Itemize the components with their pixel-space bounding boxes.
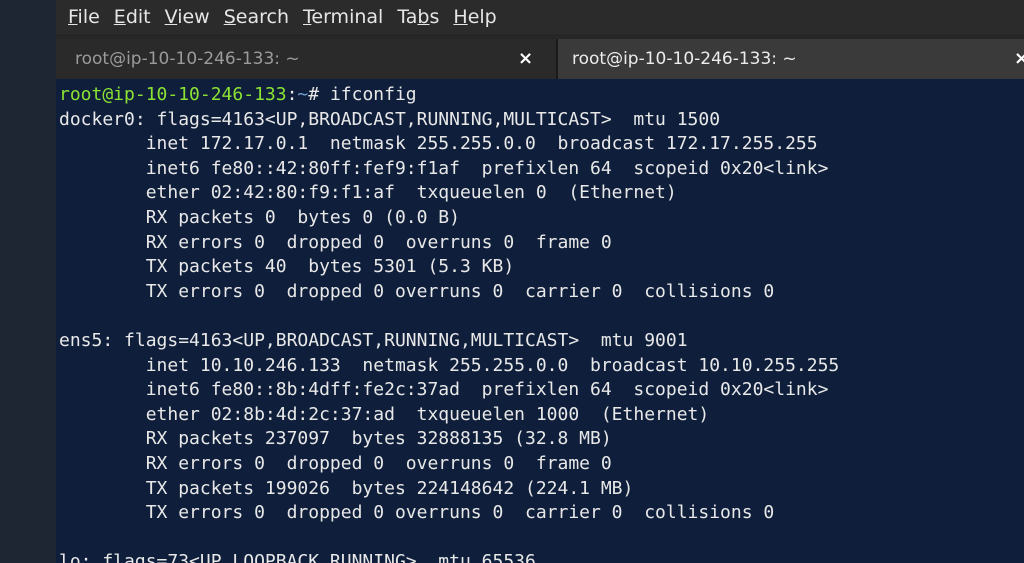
desktop-background-strip <box>0 0 56 563</box>
terminal-line: TX packets 40 bytes 5301 (5.3 KB) <box>59 256 515 278</box>
menu-help-label: elp <box>467 6 497 28</box>
terminal-line: TX errors 0 dropped 0 overruns 0 carrier… <box>59 280 775 302</box>
menu-help-mnemonic: H <box>453 6 468 28</box>
menu-search-mnemonic: S <box>223 6 236 28</box>
menu-search[interactable]: Search <box>224 0 289 34</box>
tab-title: root@ip-10-10-246-133: ~ <box>572 49 797 69</box>
prompt-command: ifconfig <box>329 84 417 105</box>
terminal-line: TX packets 199026 bytes 224148642 (224.1… <box>59 477 634 499</box>
prompt-separator: : <box>286 84 298 105</box>
terminal-line: inet 10.10.246.133 netmask 255.255.0.0 b… <box>59 354 840 376</box>
menu-tabs-prefix: Ta <box>397 6 418 28</box>
terminal-line: RX packets 237097 bytes 32888135 (32.8 M… <box>59 428 612 450</box>
menu-terminal[interactable]: Terminal <box>303 0 383 34</box>
terminal-line: ether 02:42:80:f9:f1:af txqueuelen 0 (Et… <box>59 182 677 204</box>
menu-view-mnemonic: V <box>164 6 178 28</box>
tab-bar: root@ip-10-10-246-133: ~ × root@ip-10-10… <box>56 34 1024 79</box>
menu-file-label: ile <box>77 6 100 28</box>
tab-terminal-1[interactable]: root@ip-10-10-246-133: ~ × <box>56 39 556 79</box>
terminal-line: RX errors 0 dropped 0 overruns 0 frame 0 <box>59 231 612 253</box>
terminal-line: inet6 fe80::8b:4dff:fe2c:37ad prefixlen … <box>59 379 829 401</box>
tab-terminal-2[interactable]: root@ip-10-10-246-133: ~ × <box>558 39 1024 79</box>
menu-view-label: iew <box>177 6 210 28</box>
terminal-line: lo: flags=73<UP,LOOPBACK,RUNNING> mtu 65… <box>59 551 536 563</box>
terminal-line: ether 02:8b:4d:2c:37:ad txqueuelen 1000 … <box>59 403 710 425</box>
terminal-line: RX packets 0 bytes 0 (0.0 B) <box>59 206 460 228</box>
terminal-window: File Edit View Search Terminal Tabs Help… <box>56 0 1024 563</box>
prompt-user-host: root@ip-10-10-246-133 <box>59 84 287 105</box>
desktop: File Edit View Search Terminal Tabs Help… <box>0 0 1024 563</box>
terminal-line: RX errors 0 dropped 0 overruns 0 frame 0 <box>59 452 612 474</box>
menu-edit[interactable]: Edit <box>114 0 151 34</box>
terminal-line: TX errors 0 dropped 0 overruns 0 carrier… <box>59 502 775 524</box>
menu-view[interactable]: View <box>165 0 210 34</box>
terminal-output[interactable]: root@ip-10-10-246-133:~# ifconfig docker… <box>56 79 1024 563</box>
prompt-line: root@ip-10-10-246-133:~# ifconfig <box>59 83 1024 108</box>
menu-tabs[interactable]: Tabs <box>397 0 439 34</box>
tab-close-icon[interactable]: × <box>518 39 533 79</box>
terminal-line: inet 172.17.0.1 netmask 255.255.0.0 broa… <box>59 133 818 155</box>
menu-help[interactable]: Help <box>453 0 496 34</box>
menu-edit-label: dit <box>125 6 151 28</box>
menu-file-mnemonic: F <box>68 6 78 28</box>
menu-tabs-label: s <box>429 6 440 28</box>
menu-terminal-label: erminal <box>311 6 384 28</box>
menu-bar: File Edit View Search Terminal Tabs Help <box>56 0 1024 34</box>
menu-edit-mnemonic: E <box>113 6 126 28</box>
prompt-symbol: # <box>308 84 330 105</box>
terminal-line: inet6 fe80::42:80ff:fef9:f1af prefixlen … <box>59 157 829 179</box>
terminal-line: ens5: flags=4163<UP,BROADCAST,RUNNING,MU… <box>59 329 688 351</box>
menu-file[interactable]: File <box>68 0 100 34</box>
tab-title: root@ip-10-10-246-133: ~ <box>75 49 300 69</box>
terminal-line: docker0: flags=4163<UP,BROADCAST,RUNNING… <box>59 108 721 130</box>
tab-close-icon[interactable]: × <box>1014 39 1024 79</box>
prompt-path: ~ <box>297 84 309 105</box>
menu-tabs-mnemonic: b <box>417 6 430 28</box>
menu-search-label: earch <box>235 6 289 28</box>
